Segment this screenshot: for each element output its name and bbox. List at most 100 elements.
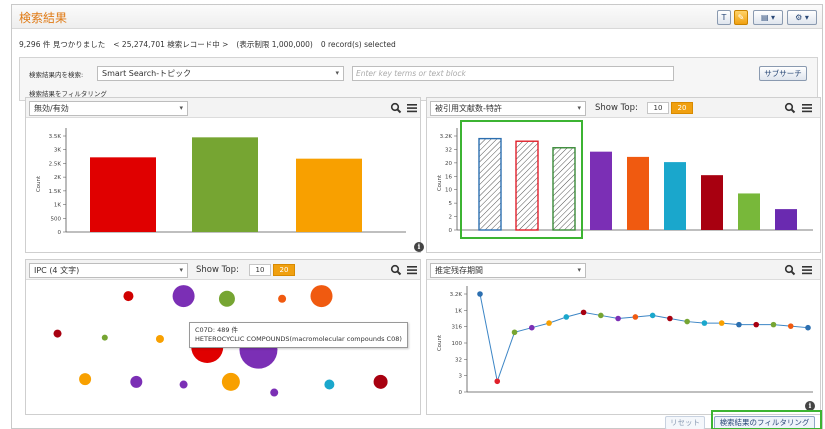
bubble (155, 334, 164, 343)
panel-header: IPC (4 文字) ▾ Show Top: 10 20 (26, 260, 420, 280)
status-bar-chart: 0 500 1K 1.5K 2K 2.5K 3K 3.5K Count (36, 128, 406, 236)
show-top-20-button[interactable]: 20 (671, 102, 693, 114)
zoom-icon[interactable] (784, 102, 796, 114)
expiry-field-select[interactable]: 推定残存期間 ▾ (430, 263, 586, 278)
tooltip-description: HETEROCYCLIC COMPOUNDS(macromolecular co… (195, 335, 402, 343)
y-tick-label: 20 (445, 161, 452, 167)
status-field-select[interactable]: 無効/有効 ▾ (29, 101, 188, 116)
y-tick-label: 5 (449, 201, 453, 207)
view-dropdown-button[interactable]: ▤ ▾ (753, 10, 783, 25)
y-tick-label: 500 (51, 216, 62, 222)
data-point (528, 324, 535, 331)
y-tick-label: 1K (54, 203, 61, 209)
ipc-field-select[interactable]: IPC (4 文字) ▾ (29, 263, 188, 278)
chevron-down-icon: ▾ (577, 104, 581, 112)
y-tick-label: 1K (455, 308, 462, 314)
search-terms-input[interactable]: Enter key terms or text block (352, 66, 674, 81)
bar (590, 151, 612, 230)
show-top-20-button[interactable]: 20 (273, 264, 295, 276)
results-summary: 9,296 件 見つかりました < 25,274,701 検索レコード中 > (表示… (19, 39, 404, 50)
bubble (79, 373, 92, 386)
total-records: < 25,274,701 検索レコード中 > (113, 40, 229, 49)
y-tick-label: 32 (455, 357, 462, 363)
selected-count: 0 record(s) selected (320, 40, 396, 49)
citations-chart-panel: 被引用文献数-特許 ▾ Show Top: 10 20 0 2 5 10 16 20 32 3.… (426, 97, 821, 253)
display-limit: (表示制限 1,000,000) (236, 40, 313, 49)
data-point (598, 312, 604, 319)
bar (775, 209, 797, 230)
bar (664, 162, 686, 230)
chevron-down-icon: ▾ (335, 69, 339, 77)
bar (90, 157, 156, 232)
zoom-icon[interactable] (784, 264, 796, 276)
data-point (494, 378, 501, 385)
bar (701, 175, 723, 230)
y-tick-label: 3.5K (49, 134, 62, 140)
reset-button[interactable]: リセット (665, 416, 705, 429)
bar (478, 137, 502, 231)
data-point (753, 321, 760, 328)
show-top-10-button[interactable]: 10 (249, 264, 271, 276)
ipc-field-value: IPC (4 文字) (34, 266, 80, 275)
bubble (270, 388, 279, 397)
series-line (479, 293, 809, 384)
data-point (477, 291, 483, 297)
info-icon[interactable]: i (805, 401, 815, 411)
panel-header: 無効/有効 ▾ (26, 98, 420, 118)
y-tick-label: 32 (445, 147, 452, 153)
search-scope-label: 検索結果内を検索: (29, 71, 84, 79)
y-tick-label: 0 (449, 228, 453, 234)
settings-dropdown-button[interactable]: ⚙ ▾ (787, 10, 817, 25)
search-within-area: 検索結果内を検索: Smart Search-トピック ▾ Enter key t… (19, 57, 818, 101)
menu-icon[interactable] (801, 102, 813, 114)
bubble (179, 380, 188, 389)
y-tick-label: 2K (54, 175, 61, 181)
citations-field-select[interactable]: 被引用文献数-特許 ▾ (430, 101, 586, 116)
menu-icon[interactable] (406, 264, 418, 276)
chevron-down-icon: ▾ (577, 266, 581, 274)
bar (738, 193, 760, 230)
title-bar: 検索結果 T ✎ ▤ ▾ ⚙ ▾ (12, 5, 822, 29)
data-point (718, 320, 725, 326)
bar (552, 147, 576, 231)
text-view-button[interactable]: T (717, 10, 731, 25)
data-point (580, 309, 587, 316)
found-count: 9,296 件 見つかりました (19, 40, 106, 49)
data-point (770, 321, 777, 328)
info-icon[interactable]: i (414, 242, 424, 252)
subsearch-button[interactable]: サブサーチ (759, 66, 807, 81)
status-chart-panel: 無効/有効 ▾ 0 500 1K 1.5K 2K 2.5K 3K 3.5K Count i (25, 97, 424, 253)
data-point (667, 315, 673, 322)
menu-icon[interactable] (801, 264, 813, 276)
zoom-icon[interactable] (390, 264, 402, 276)
y-tick-label: 3.2K (440, 134, 453, 140)
bubble (278, 294, 287, 303)
y-tick-label: 2 (449, 215, 453, 221)
y-tick-label: 316 (452, 325, 463, 331)
zoom-icon[interactable] (390, 102, 402, 114)
chevron-down-icon: ▾ (179, 104, 183, 112)
citations-bar-chart: 0 2 5 10 16 20 32 3.2K Count (437, 128, 813, 234)
data-point (787, 323, 794, 329)
bubble (221, 372, 240, 391)
bubble (218, 290, 235, 307)
y-tick-label: 16 (445, 174, 452, 180)
filter-results-button[interactable]: 検索結果のフィルタリング (714, 416, 815, 429)
bar (192, 137, 258, 232)
pencil-button[interactable]: ✎ (734, 10, 748, 25)
panel-header: 推定残存期間 ▾ (427, 260, 820, 280)
bar (296, 158, 362, 232)
y-tick-label: 1.5K (49, 189, 62, 195)
show-top-10-button[interactable]: 10 (647, 102, 669, 114)
bubble (130, 375, 143, 388)
citations-field-value: 被引用文献数-特許 (435, 104, 502, 113)
menu-icon[interactable] (406, 102, 418, 114)
show-top-label: Show Top: (196, 265, 239, 275)
bubble (324, 379, 335, 390)
status-field-value: 無効/有効 (34, 104, 69, 113)
search-mode-select[interactable]: Smart Search-トピック ▾ (97, 66, 344, 81)
data-point (649, 312, 656, 319)
bubble (172, 285, 195, 308)
data-point (701, 320, 708, 326)
bubble-tooltip: C07D: 489 件 HETEROCYCLIC COMPOUNDS(macro… (189, 322, 408, 348)
